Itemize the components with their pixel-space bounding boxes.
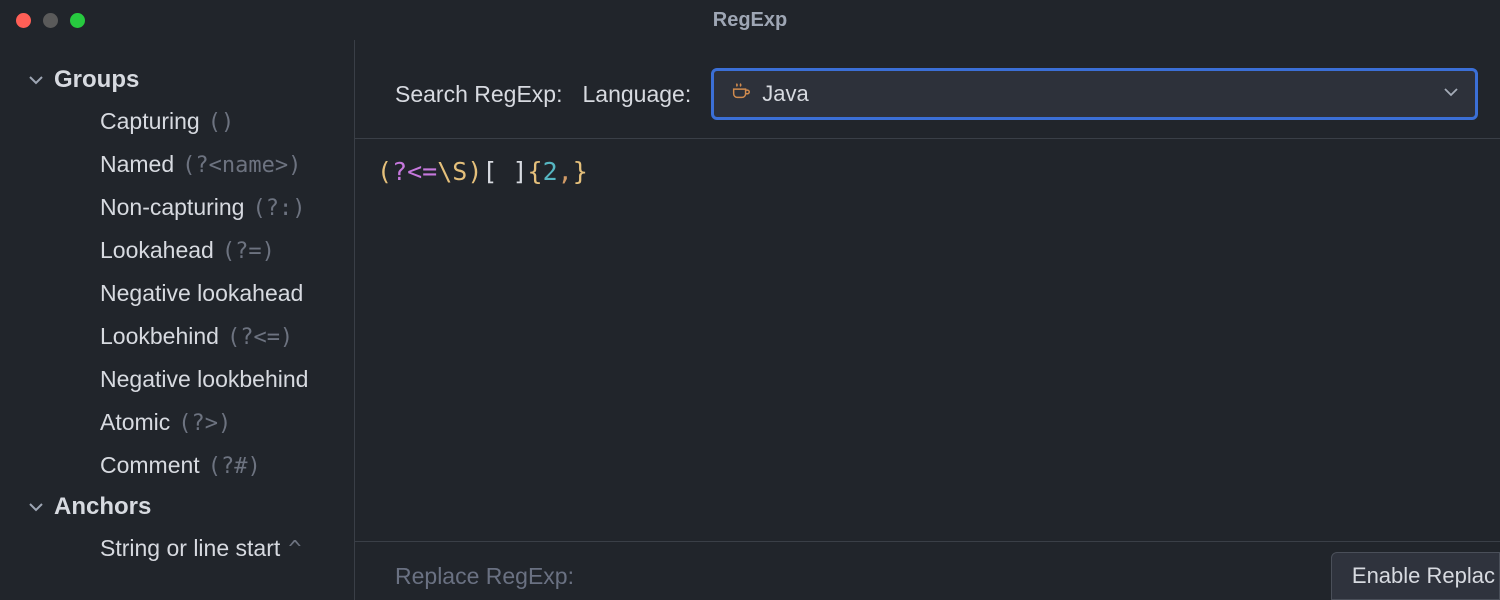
item-hint: ^ xyxy=(288,537,301,562)
regex-token: } xyxy=(573,157,588,186)
footer: Replace RegExp: Enable Replac xyxy=(355,541,1500,600)
search-row: Search RegExp: Language: Java xyxy=(355,40,1500,138)
regex-token: \S xyxy=(437,157,467,186)
item-label: Lookbehind xyxy=(100,323,219,350)
item-hint: (?=) xyxy=(222,239,275,264)
sidebar-item-capturing[interactable]: Capturing () xyxy=(0,100,354,143)
search-label: Search RegExp: xyxy=(395,81,562,108)
content: Groups Capturing () Named (?<name>) Non-… xyxy=(0,40,1500,600)
titlebar: RegExp xyxy=(0,0,1500,40)
sidebar-item-negative-lookbehind[interactable]: Negative lookbehind xyxy=(0,358,354,401)
item-label: Capturing xyxy=(100,108,200,135)
main-panel: Search RegExp: Language: Java (?<=\S)[ ]… xyxy=(355,40,1500,600)
item-label: Lookahead xyxy=(100,237,214,264)
sidebar-item-named[interactable]: Named (?<name>) xyxy=(0,143,354,186)
sidebar-item-comment[interactable]: Comment (?#) xyxy=(0,444,354,487)
regex-token: [ ] xyxy=(482,157,527,186)
close-window-button[interactable] xyxy=(16,13,31,28)
sidebar-item-lookbehind[interactable]: Lookbehind (?<=) xyxy=(0,315,354,358)
language-value: Java xyxy=(762,81,808,107)
maximize-window-button[interactable] xyxy=(70,13,85,28)
item-hint: () xyxy=(208,110,235,135)
language-select[interactable]: Java xyxy=(711,68,1478,120)
sidebar-item-non-capturing[interactable]: Non-capturing (?:) xyxy=(0,186,354,229)
language-label: Language: xyxy=(582,81,691,108)
item-label: Atomic xyxy=(100,409,170,436)
item-label: Non-capturing xyxy=(100,194,244,221)
sidebar-item-string-start[interactable]: String or line start ^ xyxy=(0,527,354,570)
sidebar-item-lookahead[interactable]: Lookahead (?=) xyxy=(0,229,354,272)
item-label: String or line start xyxy=(100,535,280,562)
minimize-window-button[interactable] xyxy=(43,13,58,28)
section-header-anchors[interactable]: Anchors xyxy=(0,487,354,527)
window-controls xyxy=(16,13,85,28)
item-label: Comment xyxy=(100,452,200,479)
regex-token: ) xyxy=(467,157,482,186)
chevron-down-icon xyxy=(28,499,44,515)
sidebar: Groups Capturing () Named (?<name>) Non-… xyxy=(0,40,355,600)
regex-token: ?<= xyxy=(392,157,437,186)
item-label: Named xyxy=(100,151,174,178)
section-header-groups[interactable]: Groups xyxy=(0,60,354,100)
item-label: Negative lookahead xyxy=(100,280,303,307)
regex-token: { xyxy=(528,157,543,186)
regex-token: , xyxy=(558,157,573,186)
item-hint: (?>) xyxy=(178,411,231,436)
section-title: Groups xyxy=(54,66,139,94)
item-hint: (?<=) xyxy=(227,325,293,350)
item-label: Negative lookbehind xyxy=(100,366,308,393)
sidebar-item-negative-lookahead[interactable]: Negative lookahead xyxy=(0,272,354,315)
chevron-down-icon xyxy=(28,72,44,88)
window-title: RegExp xyxy=(713,9,787,32)
regex-editor[interactable]: (?<=\S)[ ]{2,} xyxy=(355,138,1500,541)
chevron-down-icon xyxy=(1443,84,1459,105)
item-hint: (?:) xyxy=(252,196,305,221)
sidebar-item-atomic[interactable]: Atomic (?>) xyxy=(0,401,354,444)
section-title: Anchors xyxy=(54,493,151,521)
item-hint: (?<name>) xyxy=(182,153,301,178)
enable-replace-button[interactable]: Enable Replac xyxy=(1331,552,1500,600)
replace-label: Replace RegExp: xyxy=(395,563,574,590)
regex-token: ( xyxy=(377,157,392,186)
item-hint: (?#) xyxy=(208,454,261,479)
java-icon xyxy=(730,80,752,108)
regex-token: 2 xyxy=(543,157,558,186)
